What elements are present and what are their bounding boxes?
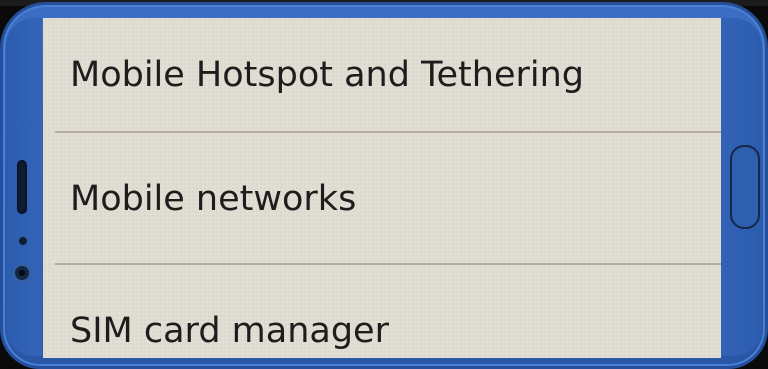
- settings-item-mobile-networks[interactable]: Mobile networks: [43, 133, 721, 264]
- settings-item-sim-card-manager[interactable]: SIM card manager: [43, 265, 721, 358]
- phone-screen: Mobile Hotspot and Tethering Mobile netw…: [43, 18, 721, 358]
- front-camera-icon: [13, 264, 31, 282]
- settings-item-label: SIM card manager: [70, 311, 389, 351]
- settings-item-mobile-hotspot[interactable]: Mobile Hotspot and Tethering: [43, 18, 721, 132]
- proximity-sensor-icon: [19, 237, 27, 245]
- home-button-icon[interactable]: [730, 145, 760, 229]
- settings-item-label: Mobile networks: [70, 178, 357, 219]
- settings-item-label: Mobile Hotspot and Tethering: [70, 55, 584, 95]
- earpiece-speaker-icon: [17, 160, 27, 214]
